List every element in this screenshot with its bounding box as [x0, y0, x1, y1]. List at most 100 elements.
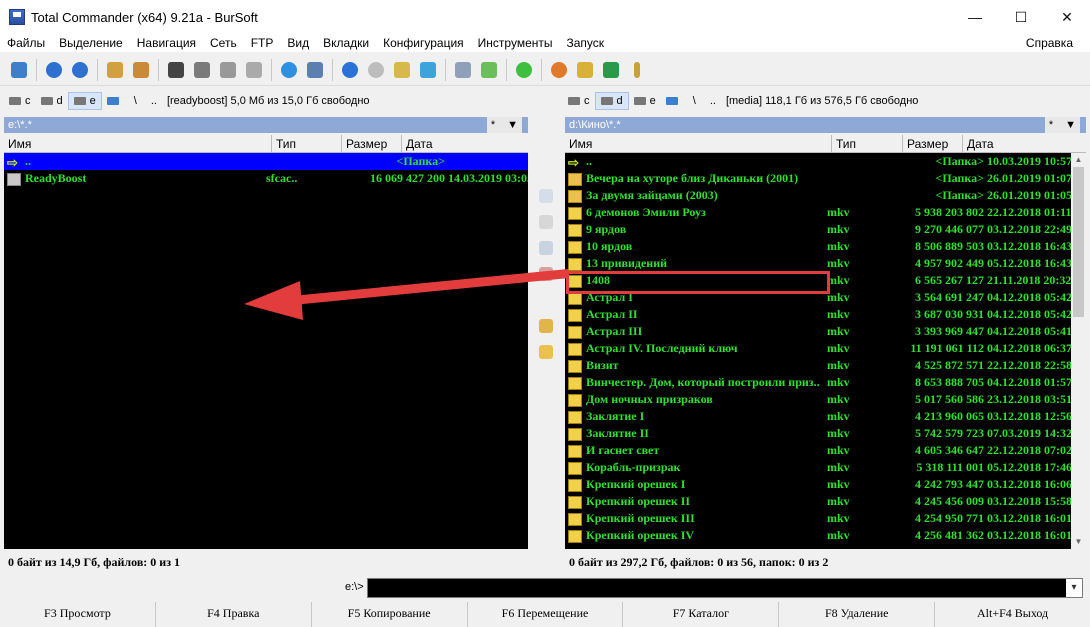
- move-files-icon[interactable]: [536, 316, 556, 336]
- scroll-down-icon[interactable]: ▼: [1071, 535, 1086, 549]
- menu-launch[interactable]: Запуск: [560, 36, 612, 50]
- file-row[interactable]: Визит mkv 4 525 872 571 22.12.2018 22:58: [565, 357, 1086, 374]
- file-row[interactable]: 13 привидений mkv 4 957 902 449 05.12.2018 …: [565, 255, 1086, 272]
- kb-view-icon[interactable]: [217, 59, 239, 81]
- brief-view-icon[interactable]: [165, 59, 187, 81]
- menu-network[interactable]: Сеть: [203, 36, 244, 50]
- file-row[interactable]: Крепкий орешек IV mkv 4 256 481 362 03.12.2…: [565, 527, 1086, 544]
- left-drive-d[interactable]: d: [36, 92, 68, 110]
- right-drive-e[interactable]: e: [629, 92, 661, 110]
- right-file-panel[interactable]: Имя Тип Размер Дата ⇨.. <Папка> 10.03.2019…: [565, 135, 1086, 549]
- browser-icon[interactable]: [278, 59, 300, 81]
- pack-icon[interactable]: [104, 59, 126, 81]
- wand-icon[interactable]: [626, 59, 648, 81]
- left-drive-e[interactable]: e: [67, 92, 102, 110]
- copy-files-icon[interactable]: [536, 238, 556, 258]
- right-drive-c[interactable]: c: [563, 92, 595, 110]
- column-size[interactable]: Размер: [342, 135, 402, 152]
- scroll-up-icon[interactable]: ▲: [1071, 153, 1086, 167]
- menu-files[interactable]: Файлы: [0, 36, 52, 50]
- file-row[interactable]: За двумя зайцами (2003) <Папка> 26.01.2019…: [565, 187, 1086, 204]
- forward-icon[interactable]: [69, 59, 91, 81]
- full-view-icon[interactable]: [191, 59, 213, 81]
- menu-configuration[interactable]: Конфигурация: [376, 36, 471, 50]
- f4-edit-button[interactable]: F4 Правка: [156, 602, 312, 627]
- command-history-dropdown-icon[interactable]: ▾: [1066, 579, 1082, 597]
- f6-move-button[interactable]: F6 Перемещение: [468, 602, 624, 627]
- file-row[interactable]: Дом ночных призраков mkv 5 017 560 586 23.1…: [565, 391, 1086, 408]
- f8-delete-button[interactable]: F8 Удаление: [779, 602, 936, 627]
- x64-icon[interactable]: [600, 59, 622, 81]
- left-filter-star[interactable]: *: [491, 119, 495, 131]
- menu-tabs[interactable]: Вкладки: [316, 36, 376, 50]
- minimize-button[interactable]: —: [952, 0, 998, 34]
- pdf-icon[interactable]: [574, 59, 596, 81]
- right-root-button[interactable]: \: [693, 95, 696, 107]
- left-network-drive[interactable]: [102, 92, 128, 110]
- file-row[interactable]: ReadyBoost sfcac.. 16 069 427 200 14.03.201…: [4, 170, 528, 187]
- back-icon[interactable]: [43, 59, 65, 81]
- file-row[interactable]: 6 демонов Эмили Роуз mkv 5 938 203 802 22.1…: [565, 204, 1086, 221]
- exit-button[interactable]: Alt+F4 Выход: [935, 602, 1090, 627]
- menu-ftp[interactable]: FTP: [244, 36, 281, 50]
- right-filter-star[interactable]: *: [1049, 119, 1053, 131]
- file-row[interactable]: Крепкий орешек I mkv 4 242 793 447 03.12.20…: [565, 476, 1086, 493]
- delete-files-icon[interactable]: [536, 264, 556, 284]
- new-folder-icon[interactable]: [536, 342, 556, 362]
- maximize-button[interactable]: ☐: [998, 0, 1044, 34]
- compare-icon[interactable]: [452, 59, 474, 81]
- column-size[interactable]: Размер: [903, 135, 963, 152]
- file-row[interactable]: Астрал II mkv 3 687 030 931 04.12.2018 05:4…: [565, 306, 1086, 323]
- right-up-button[interactable]: ..: [710, 95, 716, 107]
- image-icon[interactable]: [478, 59, 500, 81]
- file-row[interactable]: Корабль-призрак mkv 5 318 111 001 05.12.201…: [565, 459, 1086, 476]
- left-drive-c[interactable]: c: [4, 92, 36, 110]
- scroll-thumb[interactable]: [1073, 167, 1084, 317]
- file-row[interactable]: Астрал IV. Последний ключ mkv 11 191 061 1…: [565, 340, 1086, 357]
- column-date[interactable]: Дата: [963, 135, 1086, 152]
- menu-selection[interactable]: Выделение: [52, 36, 130, 50]
- file-row[interactable]: Астрал III mkv 3 393 969 447 04.12.2018 05:…: [565, 323, 1086, 340]
- ftp-icon[interactable]: [304, 59, 326, 81]
- left-path-bar[interactable]: e:\*.* * ▼: [4, 117, 528, 133]
- file-row[interactable]: ⇨.. <Папка>: [4, 153, 528, 170]
- file-row[interactable]: 9 ярдов mkv 9 270 446 077 03.12.2018 22:49: [565, 221, 1086, 238]
- sync-icon[interactable]: [417, 59, 439, 81]
- file-row[interactable]: 10 ярдов mkv 8 506 889 503 03.12.2018 16:43: [565, 238, 1086, 255]
- menu-tools[interactable]: Инструменты: [471, 36, 560, 50]
- edit-file-icon[interactable]: [536, 212, 556, 232]
- right-network-drive[interactable]: [661, 92, 687, 110]
- f5-copy-button[interactable]: F5 Копирование: [312, 602, 468, 627]
- green-circle-icon[interactable]: [513, 59, 535, 81]
- file-row[interactable]: Винчестер. Дом, который построили приз..…: [565, 374, 1086, 391]
- menu-view[interactable]: Вид: [280, 36, 316, 50]
- command-input[interactable]: ▾: [367, 578, 1083, 598]
- unpack-icon[interactable]: [130, 59, 152, 81]
- menu-help[interactable]: Справка: [1019, 36, 1080, 50]
- info-icon[interactable]: [339, 59, 361, 81]
- right-history-dropdown-icon[interactable]: ▼: [1065, 119, 1076, 131]
- file-row[interactable]: И гаснет свет mkv 4 605 346 647 22.12.2018 …: [565, 442, 1086, 459]
- refresh-icon[interactable]: [8, 59, 30, 81]
- left-history-dropdown-icon[interactable]: ▼: [507, 119, 518, 131]
- column-type[interactable]: Тип: [832, 135, 903, 152]
- file-row[interactable]: Крепкий орешек II mkv 4 245 456 009 03.12.2…: [565, 493, 1086, 510]
- settings-icon[interactable]: [548, 59, 570, 81]
- file-row[interactable]: Крепкий орешек III mkv 4 254 950 771 03.12.…: [565, 510, 1086, 527]
- file-row[interactable]: Заклятие II mkv 5 742 579 723 07.03.2019 14…: [565, 425, 1086, 442]
- column-type[interactable]: Тип: [272, 135, 342, 152]
- sort-icon[interactable]: [243, 59, 265, 81]
- left-up-button[interactable]: ..: [151, 95, 157, 107]
- column-name[interactable]: Имя: [4, 135, 272, 152]
- f3-view-button[interactable]: F3 Просмотр: [0, 602, 156, 627]
- file-row[interactable]: Вечера на хуторе близ Диканьки (2001) <Па…: [565, 170, 1086, 187]
- file-row[interactable]: Заклятие I mkv 4 213 960 065 03.12.2018 12:…: [565, 408, 1086, 425]
- left-file-panel[interactable]: Имя Тип Размер Дата ⇨.. <Папка> ReadyBoost…: [4, 135, 528, 549]
- view-file-icon[interactable]: [536, 186, 556, 206]
- search-icon[interactable]: [365, 59, 387, 81]
- right-scrollbar[interactable]: ▲ ▼: [1071, 153, 1086, 549]
- f7-mkdir-button[interactable]: F7 Каталог: [623, 602, 780, 627]
- right-path-bar[interactable]: d:\Кино\*.* * ▼: [565, 117, 1086, 133]
- multi-rename-icon[interactable]: [391, 59, 413, 81]
- column-name[interactable]: Имя: [565, 135, 832, 152]
